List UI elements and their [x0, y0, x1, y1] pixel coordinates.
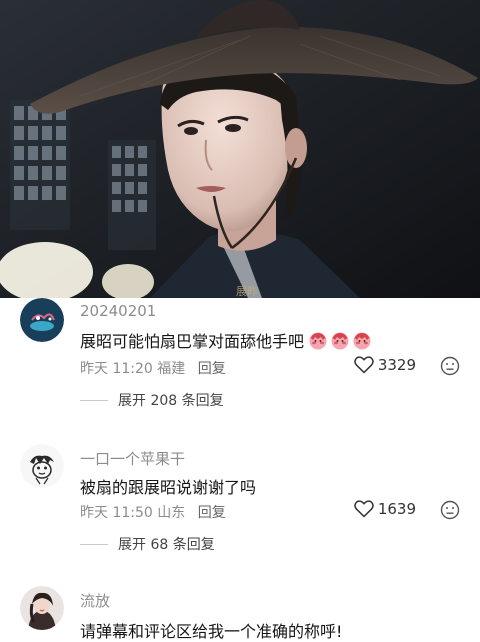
like-count: 3329 — [377, 356, 416, 374]
blushing-face-emoji — [353, 332, 371, 350]
blushing-face-emoji — [309, 332, 327, 350]
comment-username[interactable]: 流放 — [80, 590, 110, 611]
reply-button[interactable]: 回复 — [198, 505, 226, 521]
comment-text-content: 被扇的跟展昭说谢谢了吗 — [80, 478, 257, 497]
comment-location: 山东 — [157, 505, 186, 521]
divider-line — [80, 543, 108, 545]
comment-time: 昨天 11:20 — [80, 361, 153, 377]
expand-replies-label: 展开 68 条回复 — [118, 537, 215, 553]
sad-face-icon — [440, 500, 460, 520]
avatar[interactable] — [20, 444, 64, 488]
emoji-group — [308, 330, 374, 350]
comment-username[interactable]: 一口一个苹果干 — [80, 448, 185, 469]
expand-replies-button[interactable]: 展开 208 条回复 — [80, 390, 224, 410]
comment-text: 请弹幕和评论区给我一个准确的称呼! — [80, 618, 342, 642]
comment-location: 福建 — [157, 361, 186, 377]
expand-replies-label: 展开 208 条回复 — [118, 393, 224, 409]
comment-text-content: 请弹幕和评论区给我一个准确的称呼! — [80, 622, 343, 641]
video-still-image: 展昨 — [0, 0, 480, 298]
dislike-button[interactable] — [440, 356, 460, 380]
comment-username[interactable]: 20240201 — [80, 302, 156, 320]
reply-button[interactable]: 回复 — [198, 361, 226, 377]
like-count: 1639 — [377, 500, 416, 518]
comment-item: 一口一个苹果干 被扇的跟展昭说谢谢了吗 昨天 11:50 山东 回复 1639 … — [0, 444, 480, 574]
comment-meta: 昨天 11:20 福建 回复 — [80, 358, 226, 378]
video-watermark: 展昨 — [236, 285, 258, 298]
avatar[interactable] — [20, 298, 64, 342]
heart-icon — [354, 356, 374, 374]
comment-item: 流放 请弹幕和评论区给我一个准确的称呼! — [0, 586, 480, 642]
divider-line — [80, 399, 108, 401]
video-still[interactable]: 展昨 — [0, 0, 480, 298]
comment-text: 展昭可能怕扇巴掌对面舔他手吧 — [80, 328, 374, 352]
sad-face-icon — [440, 356, 460, 376]
expand-replies-button[interactable]: 展开 68 条回复 — [80, 534, 215, 554]
comment-meta: 昨天 11:50 山东 回复 — [80, 502, 226, 522]
comment-time: 昨天 11:50 — [80, 505, 153, 521]
comment-text: 被扇的跟展昭说谢谢了吗 — [80, 474, 256, 498]
dislike-button[interactable] — [440, 500, 460, 524]
like-button[interactable]: 1639 — [354, 500, 416, 518]
heart-icon — [354, 500, 374, 518]
blushing-face-emoji — [331, 332, 349, 350]
avatar[interactable] — [20, 586, 64, 630]
comment-text-content: 展昭可能怕扇巴掌对面舔他手吧 — [80, 332, 305, 351]
like-button[interactable]: 3329 — [354, 356, 416, 374]
comment-item: 20240201 展昭可能怕扇巴掌对面舔他手吧 昨天 11:20 福建 回复 3… — [0, 298, 480, 434]
